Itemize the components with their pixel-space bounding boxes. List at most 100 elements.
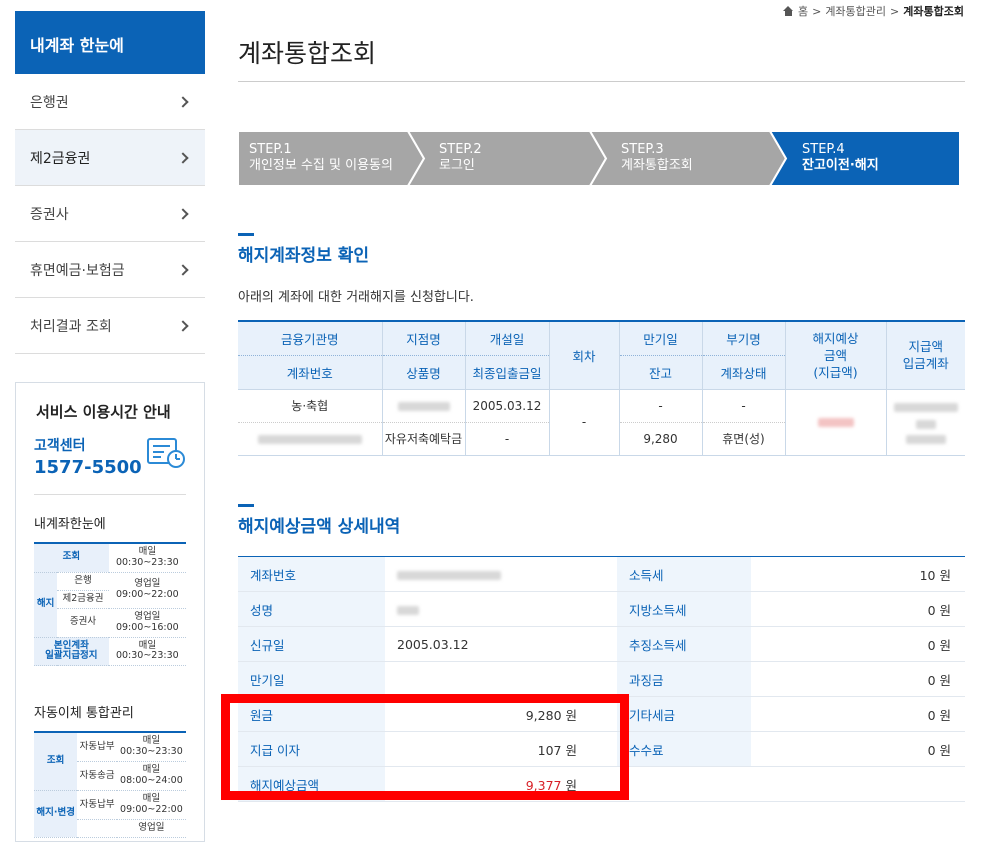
cell: 영업일 09:00~16:00 <box>108 608 186 638</box>
detail-value <box>751 766 965 802</box>
customer-center-label: 고객센터 <box>34 438 86 454</box>
sidebar-item-label: 은행권 <box>30 94 69 111</box>
cell-balance: 9,280 <box>618 422 702 455</box>
cell: 매일 00:30~23:30 <box>108 637 186 667</box>
detail-value <box>385 661 617 697</box>
service-hours-table-1: 조회 매일 00:30~23:30 해지 은행 영업일 09:00~22:00 제2금융권… <box>34 542 186 667</box>
cell: 매일 00:30~23:30 <box>108 543 186 573</box>
breadcrumb-level1[interactable]: 계좌통합관리 <box>825 3 886 19</box>
section-marker <box>238 233 254 236</box>
header-branch: 지점명 <box>381 321 465 356</box>
section-title: 해지예상금액 상세내역 <box>238 517 401 537</box>
chevron-right-icon <box>177 207 189 220</box>
detail-key: 소득세 <box>617 556 751 592</box>
sidebar-title[interactable]: 내계좌 한눈에 <box>15 11 205 74</box>
cell: 제2금융권 <box>57 590 109 609</box>
sidebar-menu: 은행권 제2금융권 증권사 휴면예금·보험금 처리결과 조회 <box>15 74 205 354</box>
detail-key: 과징금 <box>617 661 751 697</box>
cell: 증권사 <box>57 608 109 638</box>
breadcrumb-home[interactable]: 홈 <box>798 3 808 19</box>
header-maturity: 만기일 <box>618 321 702 356</box>
divider <box>238 81 965 82</box>
detail-value: 0 원 <box>751 661 965 697</box>
breadcrumb-separator: > <box>812 4 822 18</box>
sidebar-item-label: 휴면예금·보험금 <box>30 262 125 279</box>
highlight-box <box>221 694 629 800</box>
header-state: 계좌상태 <box>701 355 785 389</box>
customer-center-number: 1577-5500 <box>34 457 142 478</box>
chevron-right-icon <box>177 319 189 332</box>
header-product: 상품명 <box>381 355 465 389</box>
cell: 자동송금 <box>77 761 117 792</box>
service-hours-table-2: 조회 자동납부 매일 00:30~23:30 자동송금 매일 08:00~24:00 해지… <box>34 731 186 838</box>
header-sub: 부기명 <box>701 321 785 356</box>
header-pay: 지급액 입금계좌 <box>885 321 965 389</box>
cell-open: 2005.03.12 <box>464 389 549 423</box>
cell: 조회 <box>34 543 109 573</box>
cell: 매일 00:30~23:30 <box>116 732 186 763</box>
home-icon[interactable] <box>782 6 794 16</box>
chevron-right-icon <box>177 95 189 108</box>
section-description: 아래의 계좌에 대한 거래해지를 신청합니다. <box>238 290 474 305</box>
cell: 해지 <box>34 572 58 638</box>
sidebar-item-2nd-finance[interactable]: 제2금융권 <box>15 130 205 186</box>
sidebar-item-bank[interactable]: 은행권 <box>15 74 205 130</box>
step-4-current: STEP.4 잔고이전·해지 <box>802 142 879 173</box>
sidebar-item-dormant[interactable]: 휴면예금·보험금 <box>15 242 205 298</box>
breadcrumb-current: 계좌통합조회 <box>903 5 964 18</box>
cell-round: - <box>548 389 619 455</box>
detail-value: 2005.03.12 <box>385 626 617 662</box>
account-table: 금융기관명 지점명 개설일 회차 만기일 부기명 해지예상 금액 (지급액) 지급액… <box>238 320 965 456</box>
cell: 본인계좌 일괄지급정지 <box>34 637 109 667</box>
cell: 매일 08:00~24:00 <box>116 761 186 792</box>
cell: 조회 <box>34 732 78 792</box>
header-last: 최종입출금일 <box>464 355 549 389</box>
cell: 자동납부 <box>77 732 117 763</box>
cell: 영업일 <box>116 819 186 838</box>
service-section-title: 내계좌한눈에 <box>34 517 106 532</box>
sidebar-item-label: 처리결과 조회 <box>30 318 112 335</box>
detail-value: 0 원 <box>751 731 965 767</box>
cell <box>77 819 117 838</box>
detail-key: 신규일 <box>238 626 385 662</box>
cell: 해지·변경 <box>34 790 78 838</box>
sidebar-item-label: 제2금융권 <box>30 150 91 167</box>
detail-key: 수수료 <box>617 731 751 767</box>
header-inst: 금융기관명 <box>238 321 382 356</box>
detail-value: 0 원 <box>751 696 965 732</box>
service-section-title: 자동이체 통합관리 <box>34 706 134 722</box>
cell-account <box>238 422 382 455</box>
service-hours-box: 서비스 이용시간 안내 고객센터 1577-5500 내계좌한눈에 조회 매일 00… <box>15 382 205 842</box>
cell-inst: 농·축협 <box>238 389 382 423</box>
detail-value: 0 원 <box>751 591 965 627</box>
header-open: 개설일 <box>464 321 549 356</box>
cell-last: - <box>464 422 549 455</box>
section-title: 해지계좌정보 확인 <box>238 246 370 266</box>
cell-sub: - <box>701 389 785 423</box>
cell-pay-account <box>885 389 965 455</box>
cell: 자동납부 <box>77 790 117 820</box>
cell: 은행 <box>57 572 109 591</box>
cell-state: 휴면(성) <box>701 422 785 455</box>
breadcrumb: 홈 > 계좌통합관리 > 계좌통합조회 <box>782 3 964 19</box>
calculator-icon <box>147 438 185 468</box>
header-expected: 해지예상 금액 (지급액) <box>784 321 886 389</box>
breadcrumb-separator: > <box>890 4 900 18</box>
detail-key <box>617 766 751 802</box>
section-marker <box>238 504 254 507</box>
step-indicator: STEP.1 개인정보 수집 및 이용동의 STEP.2 로그인 STEP.3 계좌통… <box>238 131 960 186</box>
page-title: 계좌통합조회 <box>238 39 377 68</box>
cell-expected <box>784 389 886 455</box>
header-account: 계좌번호 <box>238 355 382 389</box>
cell: 매일 09:00~22:00 <box>116 790 186 820</box>
sidebar-item-securities[interactable]: 증권사 <box>15 186 205 242</box>
cell-branch <box>381 389 465 423</box>
sidebar-item-results[interactable]: 처리결과 조회 <box>15 298 205 354</box>
header-balance: 잔고 <box>618 355 702 389</box>
sidebar-item-label: 증권사 <box>30 206 69 223</box>
detail-name-value <box>385 591 617 627</box>
detail-key: 계좌번호 <box>238 556 385 592</box>
detail-key: 기타세금 <box>617 696 751 732</box>
detail-value: 0 원 <box>751 626 965 662</box>
step-1: STEP.1 개인정보 수집 및 이용동의 <box>249 142 393 173</box>
